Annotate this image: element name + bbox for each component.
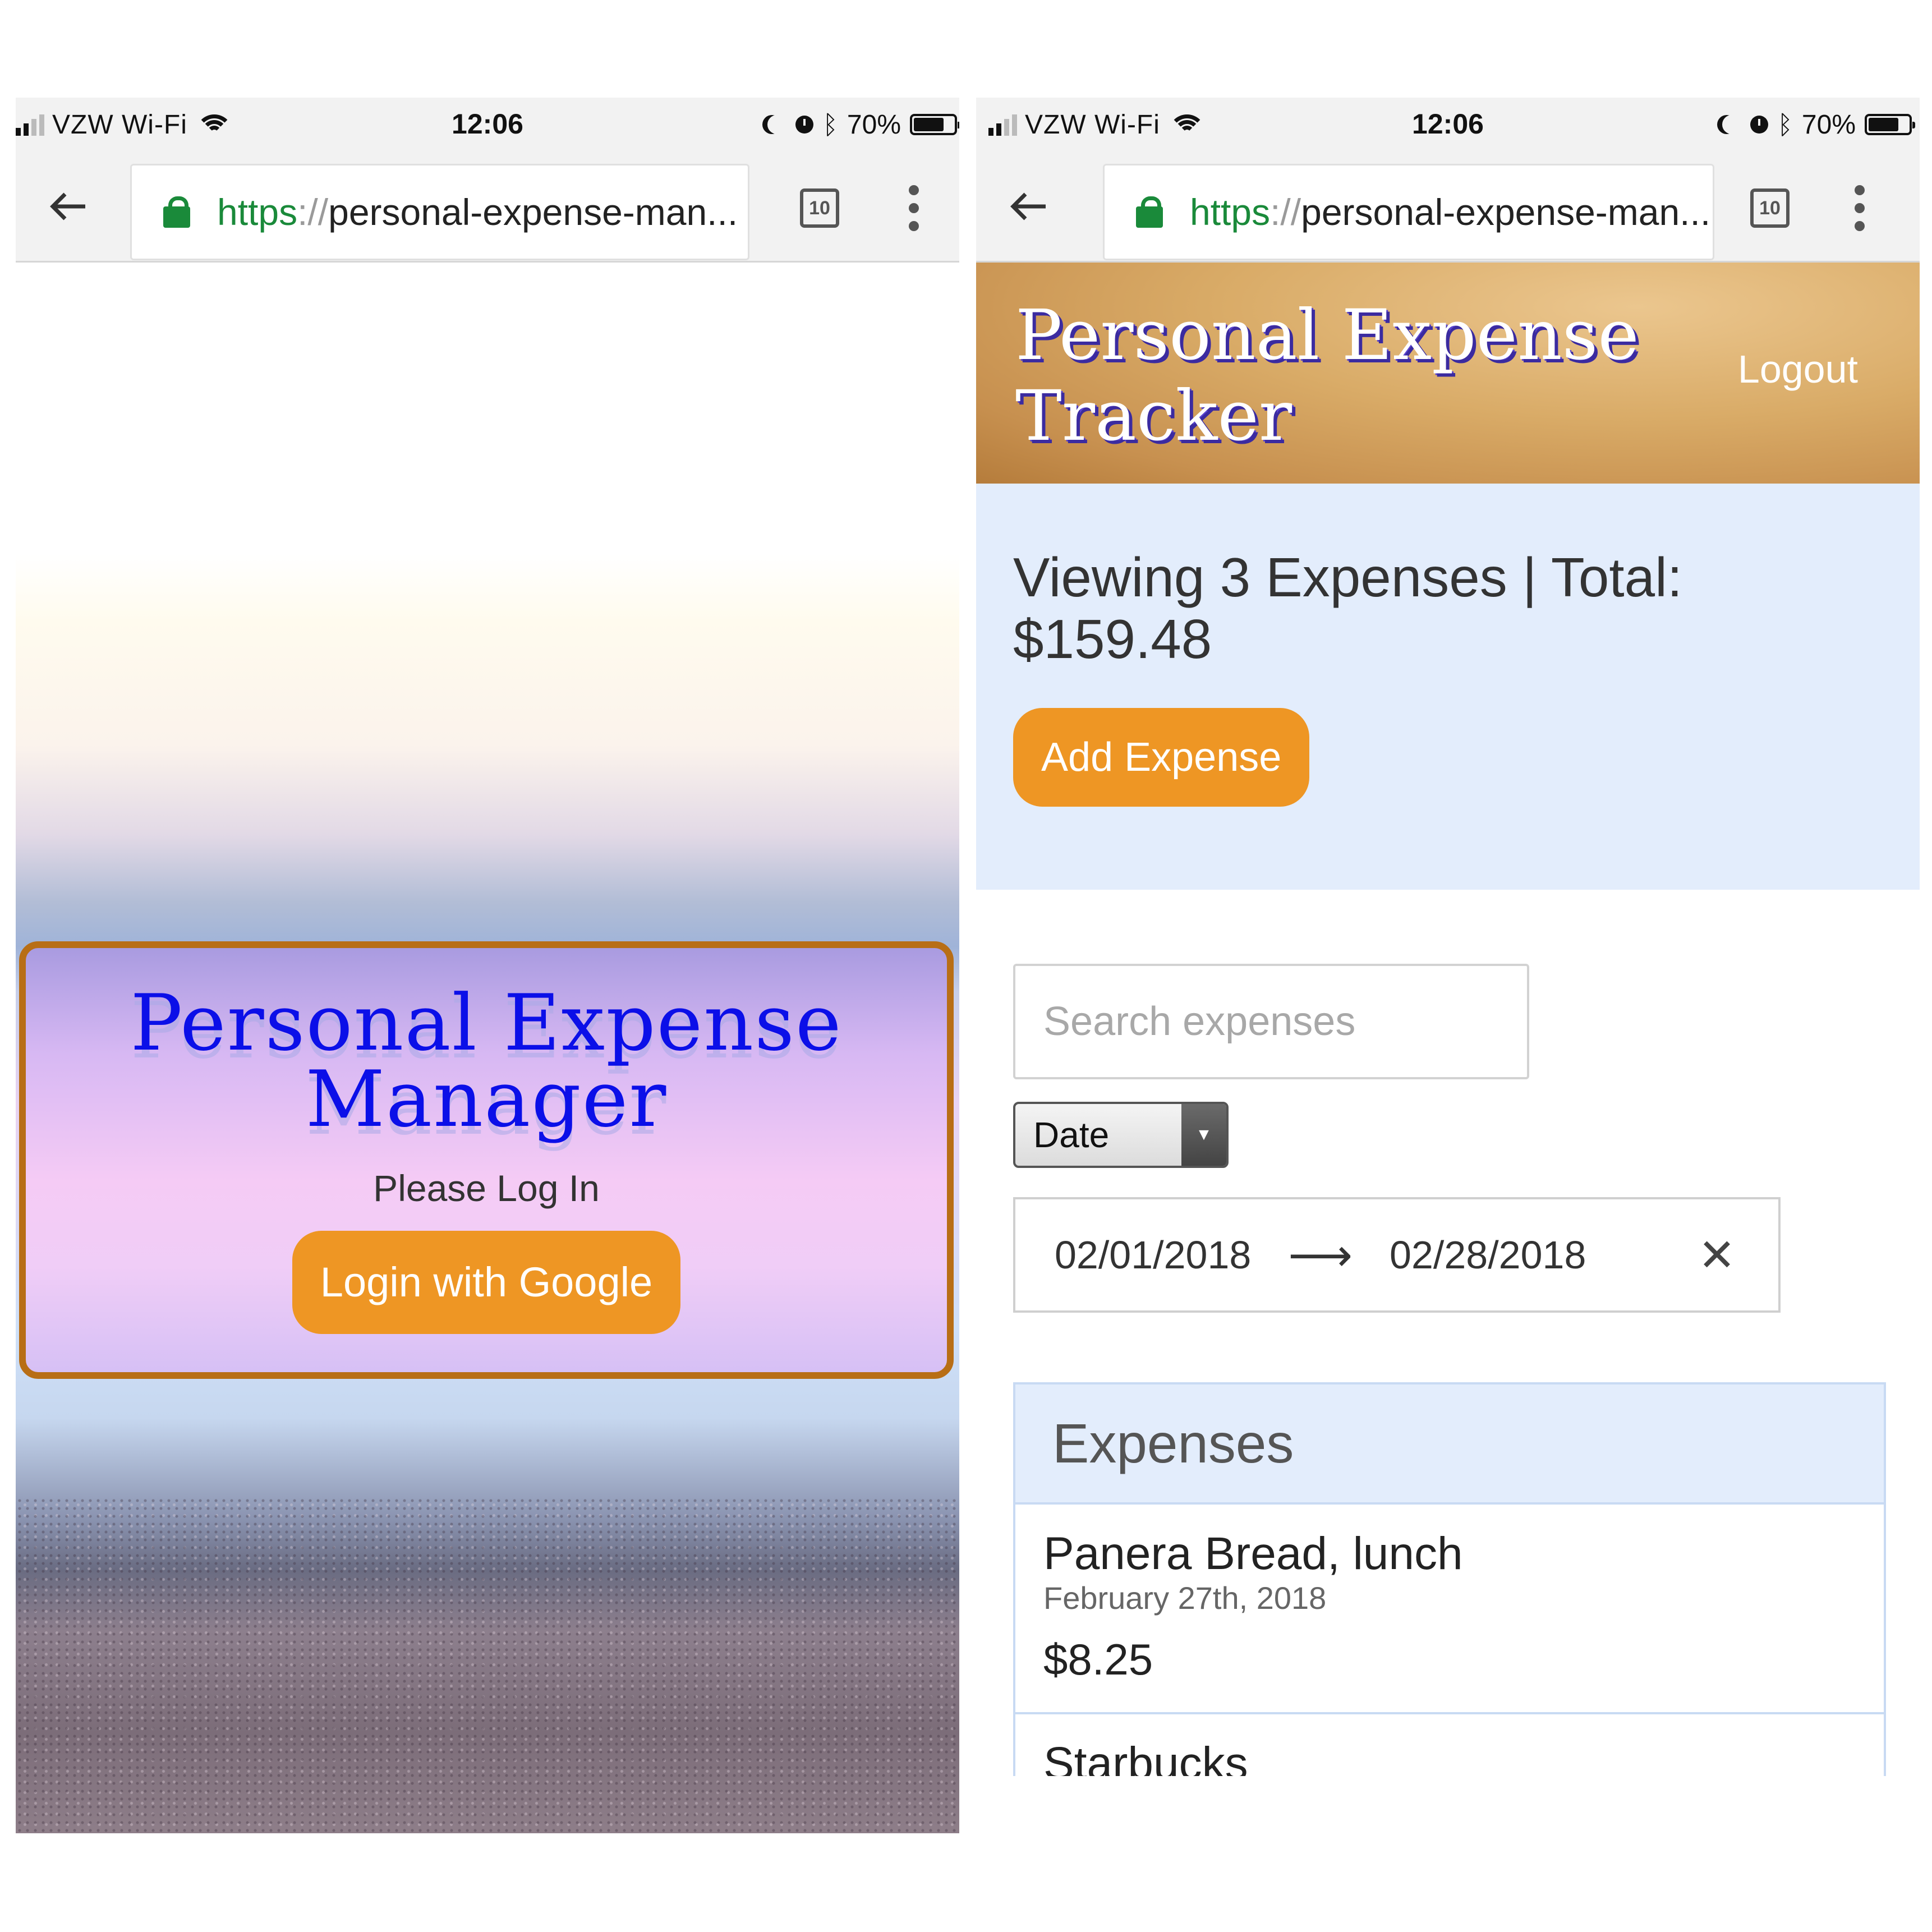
sort-selected-value: Date: [1033, 1115, 1110, 1155]
expense-summary: Viewing 3 Expenses | Total: $159.48: [1013, 546, 1683, 670]
moon-icon: [767, 115, 786, 134]
expense-date: February 27th, 2018: [1043, 1580, 1327, 1616]
url-scheme: https: [1190, 191, 1271, 233]
back-arrow-icon: [50, 192, 85, 220]
battery-percent: 70%: [847, 109, 901, 140]
url-host: personal-expense-man...: [328, 191, 738, 233]
url-host: personal-expense-man...: [1301, 191, 1711, 233]
status-bar: VZW Wi-Fi 12:06 ᛒ 70%: [976, 98, 1920, 150]
sort-select[interactable]: Date ▼: [1013, 1102, 1229, 1168]
login-page: Personal Expense Manager Please Log In Lo…: [16, 263, 959, 1833]
tab-switcher-button[interactable]: 10: [1750, 188, 1790, 228]
login-prompt: Please Log In: [373, 1167, 600, 1209]
app-title: Personal Expense Manager: [130, 978, 843, 1144]
logout-link[interactable]: Logout: [1738, 347, 1858, 392]
expense-list-header: Expenses: [1015, 1384, 1884, 1505]
login-card: Personal Expense Manager Please Log In Lo…: [19, 941, 954, 1379]
browser-toolbar: https://personal-expense-man... 10: [976, 150, 1920, 263]
bluetooth-icon: ᛒ: [1777, 109, 1793, 140]
alarm-icon: [795, 116, 814, 134]
tab-switcher-button[interactable]: 10: [800, 188, 839, 228]
login-screenshot: VZW Wi-Fi 12:06 ᛒ 70% https://personal-e…: [16, 98, 959, 1833]
url-scheme: https: [217, 191, 298, 233]
browser-toolbar: https://personal-expense-man... 10: [16, 150, 959, 263]
overflow-menu-button[interactable]: [1851, 185, 1868, 231]
lock-icon: [1136, 196, 1163, 228]
back-button[interactable]: [1001, 178, 1057, 234]
dashboard-screenshot: VZW Wi-Fi 12:06 ᛒ 70% https://personal-e…: [976, 98, 1920, 1776]
moon-icon: [1722, 115, 1741, 134]
end-date-input[interactable]: 02/28/2018: [1390, 1232, 1586, 1277]
add-expense-button[interactable]: Add Expense: [1013, 708, 1310, 807]
list-item[interactable]: Panera Bread, lunch February 27th, 2018 …: [1015, 1505, 1884, 1714]
address-bar[interactable]: https://personal-expense-man...: [130, 164, 749, 260]
expense-list: Expenses Panera Bread, lunch February 27…: [1013, 1382, 1886, 1776]
back-button[interactable]: [40, 178, 96, 234]
address-bar[interactable]: https://personal-expense-man...: [1103, 164, 1714, 260]
date-range-picker[interactable]: 02/01/2018 ⟶ 02/28/2018 ✕: [1013, 1197, 1781, 1313]
status-bar: VZW Wi-Fi 12:06 ᛒ 70%: [16, 98, 959, 150]
url-separator: ://: [297, 191, 329, 233]
arrow-right-icon: ⟶: [1288, 1229, 1353, 1281]
app-title: Personal Expense Tracker: [1015, 295, 1639, 457]
battery-percent: 70%: [1801, 109, 1856, 140]
summary-panel: Viewing 3 Expenses | Total: $159.48 Add E…: [976, 484, 1920, 890]
overflow-menu-button[interactable]: [905, 185, 922, 231]
bluetooth-icon: ᛒ: [822, 109, 838, 140]
header-banner: Personal Expense Tracker Logout: [976, 263, 1920, 484]
expense-description: Panera Bread, lunch: [1043, 1528, 1463, 1579]
expense-description: Starbucks: [1043, 1738, 1248, 1776]
sand-background: [16, 1497, 959, 1833]
expense-amount: $8.25: [1043, 1635, 1153, 1684]
dropdown-arrow-icon: ▼: [1181, 1104, 1226, 1166]
search-input[interactable]: Search expenses: [1013, 964, 1529, 1079]
url-separator: ://: [1270, 191, 1301, 233]
dashboard-page: Personal Expense Tracker Logout Viewing 3…: [976, 263, 1920, 1776]
alarm-icon: [1750, 116, 1769, 134]
back-arrow-icon: [1010, 192, 1046, 220]
start-date-input[interactable]: 02/01/2018: [1055, 1232, 1251, 1277]
battery-icon: [910, 114, 959, 135]
battery-icon: [1865, 114, 1915, 135]
lock-icon: [163, 196, 190, 228]
list-item[interactable]: Starbucks: [1015, 1714, 1884, 1776]
clear-dates-icon[interactable]: ✕: [1698, 1229, 1736, 1281]
login-with-google-button[interactable]: Login with Google: [292, 1231, 681, 1334]
